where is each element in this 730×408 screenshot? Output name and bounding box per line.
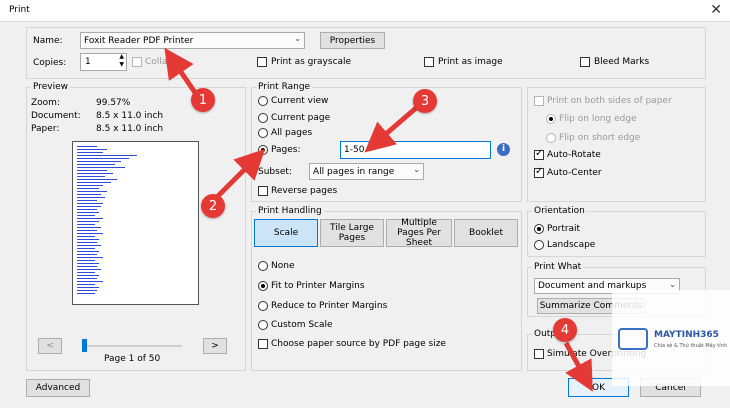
step-marker-1: 1 (191, 88, 215, 112)
arrow-3 (364, 106, 418, 153)
step-marker-3: 3 (413, 89, 437, 113)
arrow-1 (164, 47, 199, 96)
annotation-arrows (164, 47, 593, 392)
arrow-4 (563, 341, 593, 392)
print-dialog: Print ✕ Name: Foxit Reader PDF Printer ⌄… (0, 0, 730, 408)
step-marker-2: 2 (201, 194, 225, 218)
step-marker-4: 4 (553, 318, 577, 342)
arrow-2 (214, 148, 266, 200)
